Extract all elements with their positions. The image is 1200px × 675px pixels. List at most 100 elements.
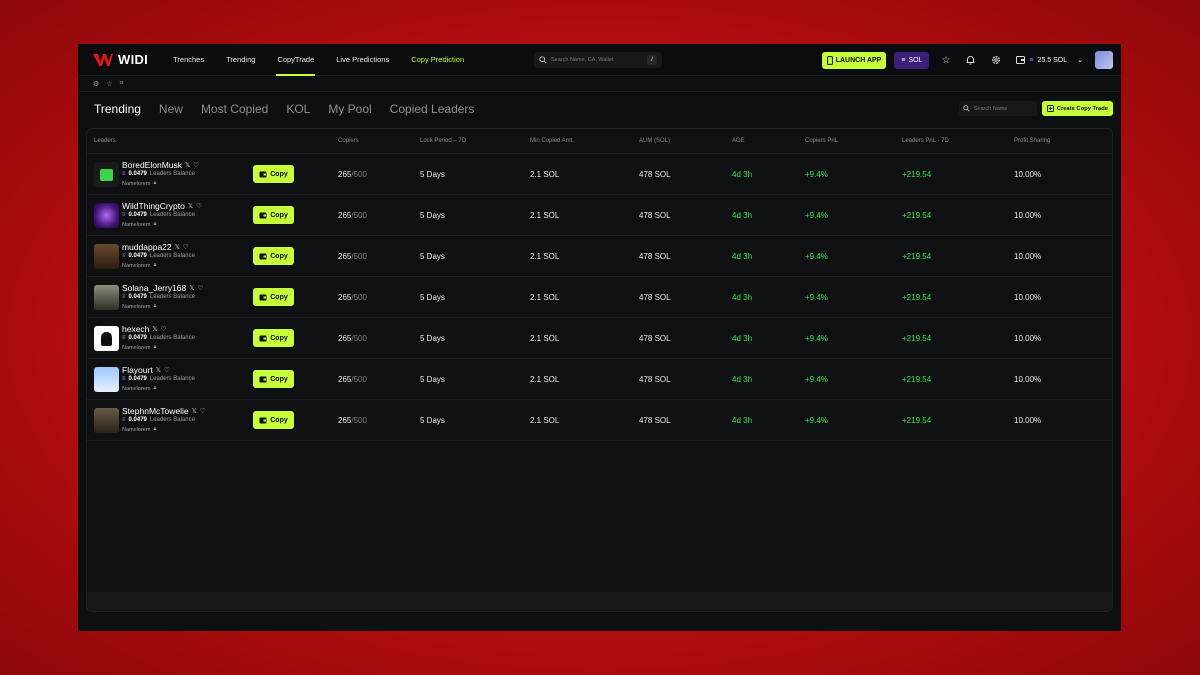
aum-cell: 478 SOL	[639, 333, 671, 343]
x-icon[interactable]: 𝕏	[192, 407, 197, 415]
nav-live-predictions[interactable]: Live Predictions	[325, 44, 400, 76]
gear-icon[interactable]	[987, 52, 1004, 69]
lock-icon: 🔒︎	[153, 262, 157, 268]
table-row[interactable]: hexech 𝕏 ♡ ≡ 0.0479 Leaders Balance Name…	[87, 318, 1112, 359]
lock-icon: 🔒︎	[153, 303, 157, 309]
leader-avatar[interactable]	[94, 408, 119, 433]
leader-balance: 0.0479	[128, 253, 147, 259]
age-cell: 4d 3h	[732, 333, 753, 343]
copy-button[interactable]: Copy	[253, 165, 294, 183]
user-avatar[interactable]	[1095, 51, 1113, 69]
x-icon[interactable]: 𝕏	[185, 161, 190, 169]
tab-copied-leaders[interactable]: Copied Leaders	[390, 102, 475, 116]
top-navbar: WIDI Trenches Trending CopyTrade Live Pr…	[78, 44, 1121, 76]
heart-icon[interactable]: ♡	[164, 366, 170, 374]
table-row[interactable]: StephnMcTowelie 𝕏 ♡ ≡ 0.0479 Leaders Bal…	[87, 400, 1112, 441]
leader-name[interactable]: StephnMcTowelie	[122, 406, 189, 416]
age-cell: 4d 3h	[732, 169, 753, 179]
leaders-table: Leaders Copiers Lock Period – 7D Min Cop…	[86, 128, 1113, 612]
wallet-balance-button[interactable]: ≡ 25.5 SOL ⌄	[1012, 56, 1087, 64]
table-row[interactable]: Solana_Jerry168 𝕏 ♡ ≡ 0.0479 Leaders Bal…	[87, 277, 1112, 318]
aum-cell: 478 SOL	[639, 210, 671, 220]
table-footer	[87, 592, 1112, 611]
global-search-input[interactable]: Search Name, CA, Wallet /	[534, 52, 662, 68]
x-icon[interactable]: 𝕏	[189, 284, 194, 292]
leaders-pnl-cell: +219.54	[902, 210, 932, 220]
x-icon[interactable]: 𝕏	[152, 325, 157, 333]
copiers-cell: 265/500	[338, 277, 367, 317]
col-lock-period: Lock Period – 7D	[420, 138, 467, 144]
quick-actions-bar: ⚙ ☆ ⌗	[78, 76, 1121, 92]
star-icon[interactable]: ☆	[937, 52, 954, 69]
search-placeholder: Search Name, CA, Wallet	[551, 57, 614, 63]
leader-name[interactable]: muddappa22	[122, 242, 172, 252]
leader-name[interactable]: Solana_Jerry168	[122, 283, 186, 293]
leader-avatar[interactable]	[94, 203, 119, 228]
heart-icon[interactable]: ♡	[183, 243, 189, 251]
leader-avatar[interactable]	[94, 367, 119, 392]
chart-icon[interactable]: ⌗	[120, 80, 124, 88]
leader-balance-label: Leaders Balance	[149, 294, 195, 300]
create-copy-trade-button[interactable]: Create Copy Trade	[1041, 101, 1113, 116]
nav-trending[interactable]: Trending	[215, 44, 266, 76]
leader-avatar[interactable]	[94, 326, 119, 351]
heart-icon[interactable]: ♡	[161, 325, 167, 333]
launch-app-button[interactable]: LAUNCH APP	[821, 51, 887, 69]
brand-name: WIDI	[118, 52, 149, 67]
age-cell: 4d 3h	[732, 292, 753, 302]
copy-button[interactable]: Copy	[253, 411, 294, 429]
copy-button[interactable]: Copy	[253, 329, 294, 347]
leader-name[interactable]: hexech	[122, 324, 149, 334]
tab-most-copied[interactable]: Most Copied	[201, 102, 268, 116]
star-icon[interactable]: ☆	[106, 80, 112, 88]
copy-button[interactable]: Copy	[253, 247, 294, 265]
leader-avatar[interactable]	[94, 285, 119, 310]
leader-name[interactable]: Flayourt	[122, 365, 153, 375]
nav-trenches[interactable]: Trenches	[162, 44, 215, 76]
col-profit-sharing: Profit Sharing	[1014, 138, 1051, 144]
leaders-pnl-cell: +219.54	[902, 292, 932, 302]
heart-icon[interactable]: ♡	[196, 202, 202, 210]
settings-icon[interactable]: ⚙	[93, 80, 99, 88]
name-search-input[interactable]: Search Name	[958, 101, 1037, 116]
leader-name[interactable]: WildThingCrypto	[122, 201, 185, 211]
lock-icon: 🔒︎	[153, 221, 157, 227]
leader-avatar[interactable]	[94, 162, 119, 187]
copiers-count: 265	[338, 169, 352, 179]
heart-icon[interactable]: ♡	[200, 407, 206, 415]
chain-selector-button[interactable]: ≡ SOL	[894, 51, 930, 69]
x-icon[interactable]: 𝕏	[175, 243, 180, 251]
table-row[interactable]: muddappa22 𝕏 ♡ ≡ 0.0479 Leaders Balance …	[87, 236, 1112, 277]
logo[interactable]: WIDI	[92, 52, 148, 68]
copy-button[interactable]: Copy	[253, 288, 294, 306]
tab-kol[interactable]: KOL	[286, 102, 310, 116]
min-copied-cell: 2.1 SOL	[530, 333, 560, 343]
table-row[interactable]: WildThingCrypto 𝕏 ♡ ≡ 0.0479 Leaders Bal…	[87, 195, 1112, 236]
copy-button-label: Copy	[270, 211, 288, 219]
x-icon[interactable]: 𝕏	[188, 202, 193, 210]
lock-icon: 🔒︎	[153, 180, 157, 186]
copy-button[interactable]: Copy	[253, 370, 294, 388]
nav-copytrade[interactable]: CopyTrade	[266, 44, 325, 76]
table-row[interactable]: Flayourt 𝕏 ♡ ≡ 0.0479 Leaders Balance Na…	[87, 359, 1112, 400]
solana-icon: ≡	[901, 56, 906, 64]
x-icon[interactable]: 𝕏	[156, 366, 161, 374]
chain-label: SOL	[908, 56, 923, 64]
col-aum: AUM (SOL)	[639, 138, 671, 144]
heart-icon[interactable]: ♡	[198, 284, 204, 292]
table-row[interactable]: BoredElonMusk 𝕏 ♡ ≡ 0.0479 Leaders Balan…	[87, 154, 1112, 195]
nav-copy-prediction[interactable]: Copy Prediction	[400, 44, 475, 76]
tab-trending[interactable]: Trending	[94, 102, 141, 116]
copiers-cell: 265/500	[338, 359, 367, 399]
bell-icon[interactable]	[962, 52, 979, 69]
tab-new[interactable]: New	[159, 102, 183, 116]
heart-icon[interactable]: ♡	[193, 161, 199, 169]
leader-avatar[interactable]	[94, 244, 119, 269]
copy-button[interactable]: Copy	[253, 206, 294, 224]
aum-cell: 478 SOL	[639, 374, 671, 384]
lock-period-cell: 5 Days	[420, 374, 445, 384]
leader-name[interactable]: BoredElonMusk	[122, 160, 182, 170]
tab-my-pool[interactable]: My Pool	[328, 102, 371, 116]
leader-subname: Namelorem	[122, 385, 151, 392]
min-copied-cell: 2.1 SOL	[530, 210, 560, 220]
